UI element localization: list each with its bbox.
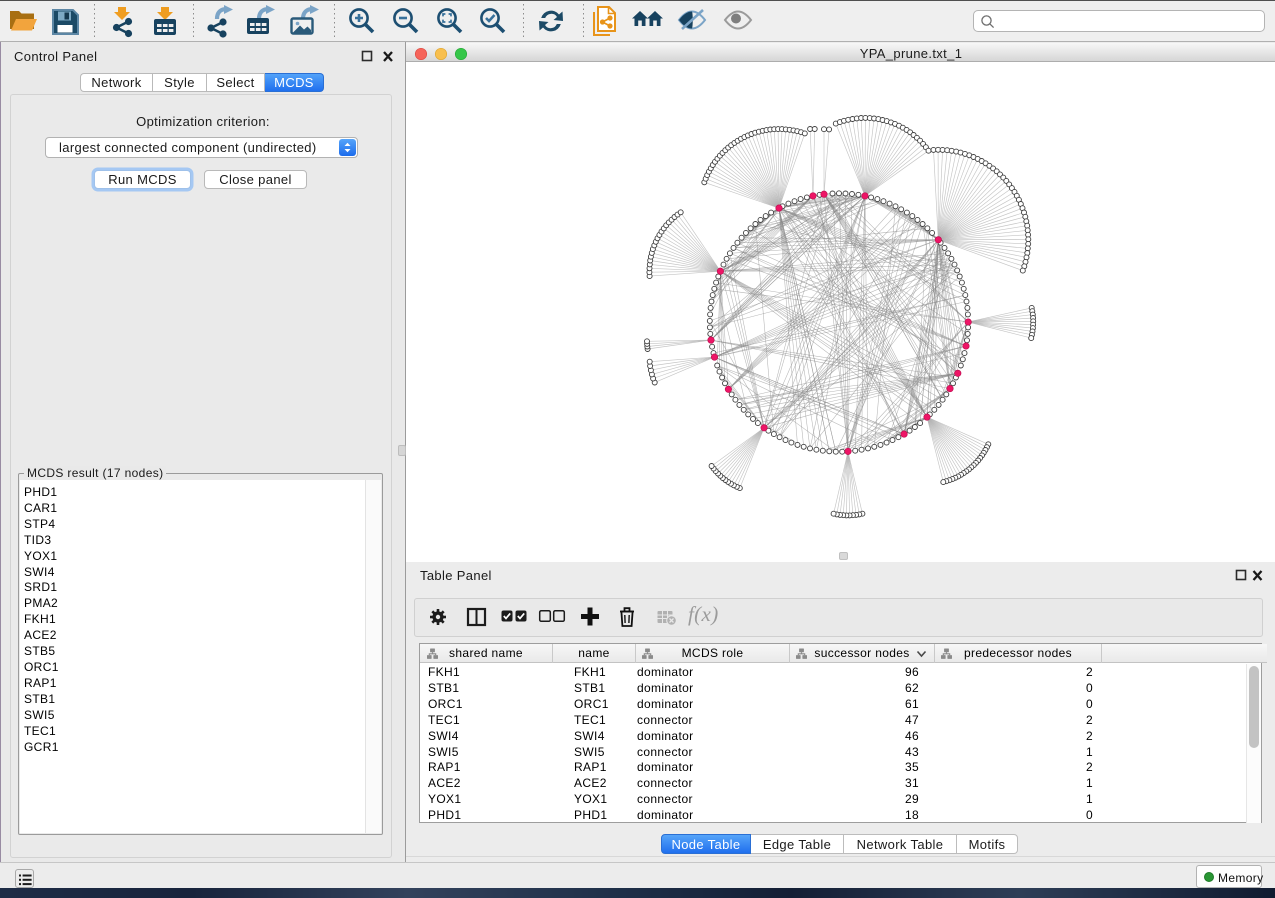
svg-text:f(x): f(x) — [688, 602, 719, 626]
